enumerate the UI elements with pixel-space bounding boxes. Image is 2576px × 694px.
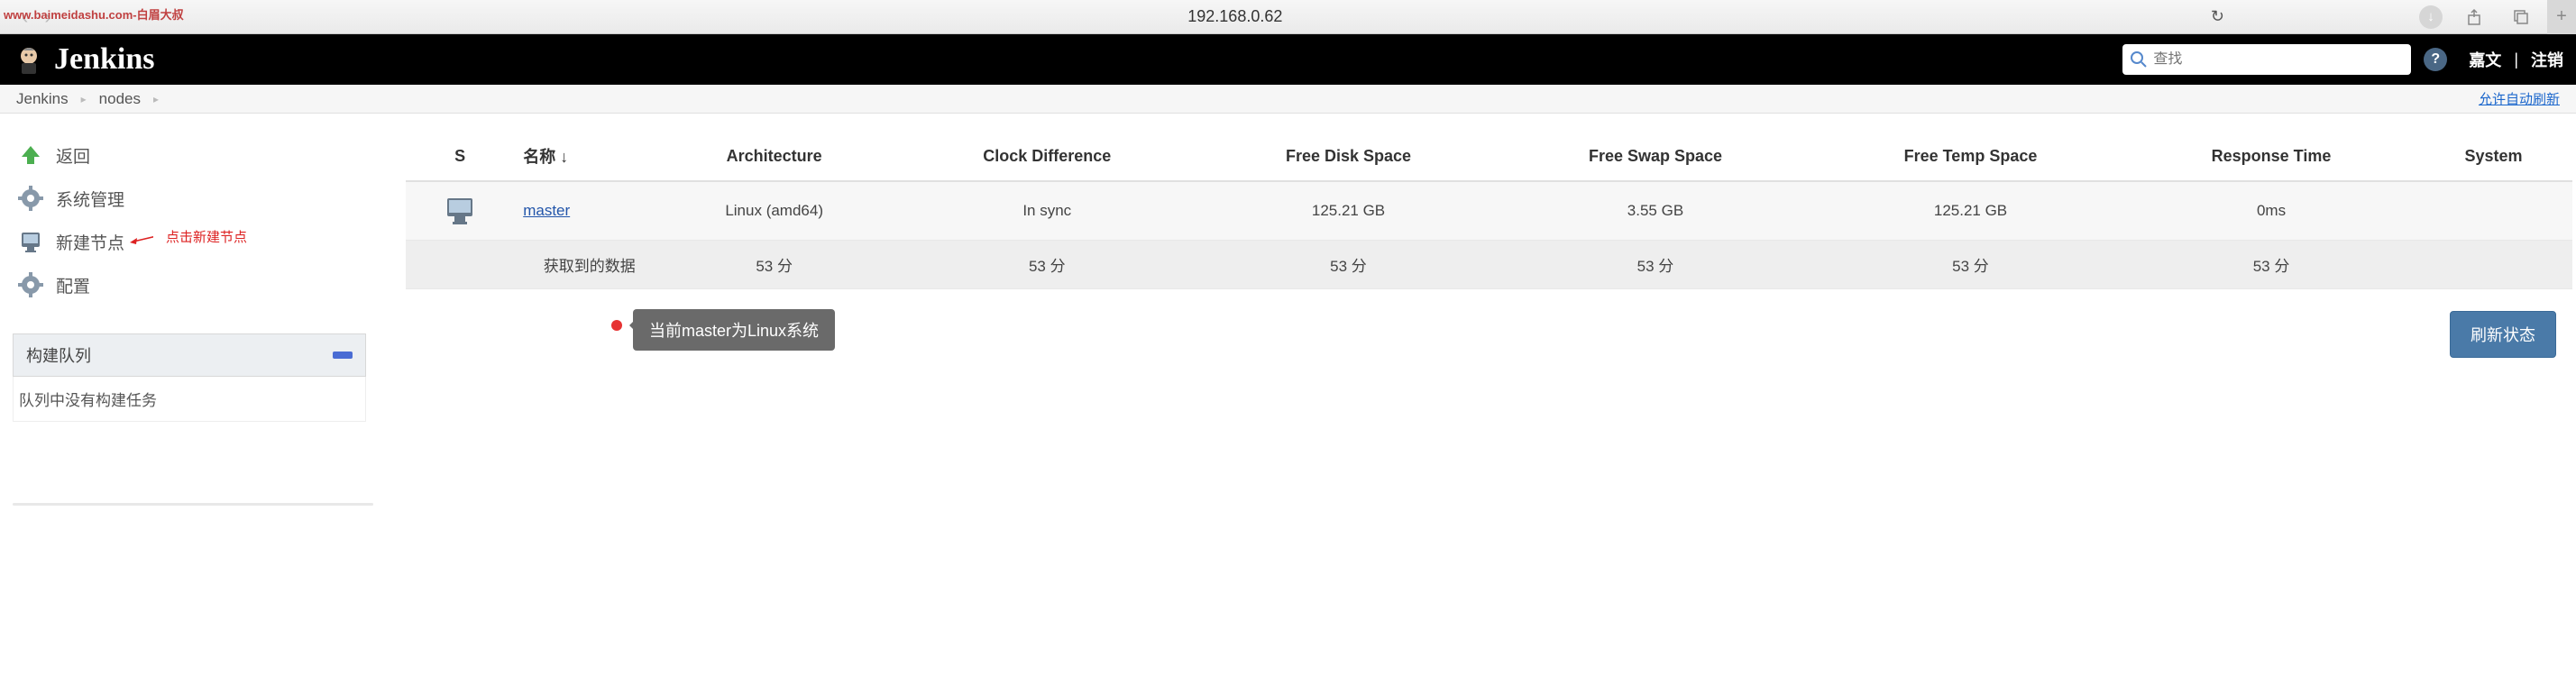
share-icon[interactable] bbox=[2459, 5, 2489, 30]
build-queue-header[interactable]: 构建队列 bbox=[13, 333, 366, 377]
computer-icon bbox=[18, 229, 43, 254]
system-cell bbox=[2415, 181, 2572, 241]
col-clock[interactable]: Clock Difference bbox=[895, 132, 1199, 181]
gear-icon bbox=[18, 186, 43, 211]
nodes-table: S 名称 ↓ Architecture Clock Difference Fre… bbox=[406, 132, 2572, 289]
summary-v3: 53 分 bbox=[1199, 241, 1498, 289]
summary-label: 获取到的数据 bbox=[406, 241, 654, 289]
summary-v2: 53 分 bbox=[895, 241, 1199, 289]
logo[interactable]: Jenkins bbox=[13, 42, 155, 77]
build-queue-body: 队列中没有构建任务 bbox=[13, 377, 366, 422]
search-box[interactable] bbox=[2122, 44, 2411, 75]
col-temp[interactable]: Free Temp Space bbox=[1813, 132, 2128, 181]
breadcrumb-jenkins[interactable]: Jenkins bbox=[16, 90, 69, 108]
col-response[interactable]: Response Time bbox=[2128, 132, 2415, 181]
table-row: master Linux (amd64) In sync 125.21 GB 3… bbox=[406, 181, 2572, 241]
red-dot-icon bbox=[611, 320, 622, 331]
arch-cell: Linux (amd64) bbox=[654, 181, 895, 241]
col-disk[interactable]: Free Disk Space bbox=[1199, 132, 1498, 181]
sidebar: 返回 系统管理 新建节点 点击新建节点 配置 构建队列 队列中没有构建任务 bbox=[0, 114, 379, 525]
sidebar-item-back[interactable]: 返回 bbox=[13, 133, 366, 177]
sidebar-item-label: 新建节点 bbox=[56, 230, 124, 254]
gear-icon bbox=[18, 272, 43, 297]
download-icon[interactable]: ↓ bbox=[2419, 5, 2443, 29]
col-name[interactable]: 名称 ↓ bbox=[514, 132, 654, 181]
jenkins-logo-icon bbox=[13, 43, 45, 76]
sidebar-item-label: 返回 bbox=[56, 143, 90, 168]
temp-cell: 125.21 GB bbox=[1813, 181, 2128, 241]
tabs-icon[interactable] bbox=[2506, 5, 2536, 30]
sidebar-item-label: 配置 bbox=[56, 273, 90, 297]
logout-link[interactable]: 注销 bbox=[2531, 48, 2563, 71]
watermark: www.baimeidashu.com-白眉大叔 bbox=[4, 5, 184, 23]
chevron-right-icon: ▸ bbox=[153, 93, 159, 105]
jenkins-header: Jenkins ? 嘉文 | 注销 bbox=[0, 34, 2576, 85]
response-cell: 0ms bbox=[2128, 181, 2415, 241]
col-arch[interactable]: Architecture bbox=[654, 132, 895, 181]
col-system[interactable]: System bbox=[2415, 132, 2572, 181]
table-header-row: S 名称 ↓ Architecture Clock Difference Fre… bbox=[406, 132, 2572, 181]
col-swap[interactable]: Free Swap Space bbox=[1498, 132, 1813, 181]
user-link[interactable]: 嘉文 bbox=[2469, 48, 2501, 71]
logo-text: Jenkins bbox=[54, 42, 155, 77]
breadcrumb: Jenkins ▸ nodes ▸ 允许自动刷新 bbox=[0, 85, 2576, 114]
new-tab-button[interactable]: + bbox=[2547, 0, 2576, 34]
summary-empty bbox=[2415, 241, 2572, 289]
status-cell bbox=[406, 181, 514, 241]
browser-toolbar: ‹ › 192.168.0.62 ↻ ↓ + bbox=[0, 0, 2576, 34]
name-cell: master bbox=[514, 181, 654, 241]
col-s[interactable]: S bbox=[406, 132, 514, 181]
computer-icon bbox=[444, 195, 476, 227]
search-icon bbox=[2130, 50, 2148, 68]
breadcrumb-nodes[interactable]: nodes bbox=[99, 90, 141, 108]
divider: | bbox=[2514, 50, 2518, 69]
sidebar-item-manage[interactable]: 系统管理 bbox=[13, 177, 366, 220]
swap-cell: 3.55 GB bbox=[1498, 181, 1813, 241]
callout-tooltip: 当前master为Linux系统 bbox=[633, 309, 835, 351]
annotation-arrow-icon bbox=[128, 231, 153, 256]
address-bar[interactable]: 192.168.0.62 bbox=[1187, 7, 1282, 26]
sidebar-item-label: 系统管理 bbox=[56, 187, 124, 211]
disk-cell: 125.21 GB bbox=[1199, 181, 1498, 241]
auto-refresh-link[interactable]: 允许自动刷新 bbox=[2479, 89, 2560, 108]
summary-v4: 53 分 bbox=[1498, 241, 1813, 289]
refresh-status-button[interactable]: 刷新状态 bbox=[2450, 311, 2556, 358]
collapse-icon[interactable] bbox=[333, 352, 353, 359]
summary-v6: 53 分 bbox=[2128, 241, 2415, 289]
main-content: S 名称 ↓ Architecture Clock Difference Fre… bbox=[379, 114, 2576, 525]
refresh-icon[interactable]: ↻ bbox=[2211, 7, 2224, 26]
build-queue-title: 构建队列 bbox=[26, 343, 91, 367]
clock-cell: In sync bbox=[895, 181, 1199, 241]
summary-v1: 53 分 bbox=[654, 241, 895, 289]
search-input[interactable] bbox=[2153, 51, 2404, 68]
node-link-master[interactable]: master bbox=[523, 202, 570, 219]
chevron-right-icon: ▸ bbox=[81, 93, 87, 105]
help-icon[interactable]: ? bbox=[2424, 48, 2447, 71]
summary-row: 获取到的数据 53 分 53 分 53 分 53 分 53 分 53 分 bbox=[406, 241, 2572, 289]
sidebar-item-new-node[interactable]: 新建节点 点击新建节点 bbox=[13, 220, 366, 263]
up-arrow-icon bbox=[18, 142, 43, 168]
separator bbox=[13, 503, 373, 506]
annotation-text: 点击新建节点 bbox=[166, 227, 247, 246]
summary-v5: 53 分 bbox=[1813, 241, 2128, 289]
sidebar-item-configure[interactable]: 配置 bbox=[13, 263, 366, 306]
build-queue-widget: 构建队列 队列中没有构建任务 bbox=[13, 333, 366, 422]
